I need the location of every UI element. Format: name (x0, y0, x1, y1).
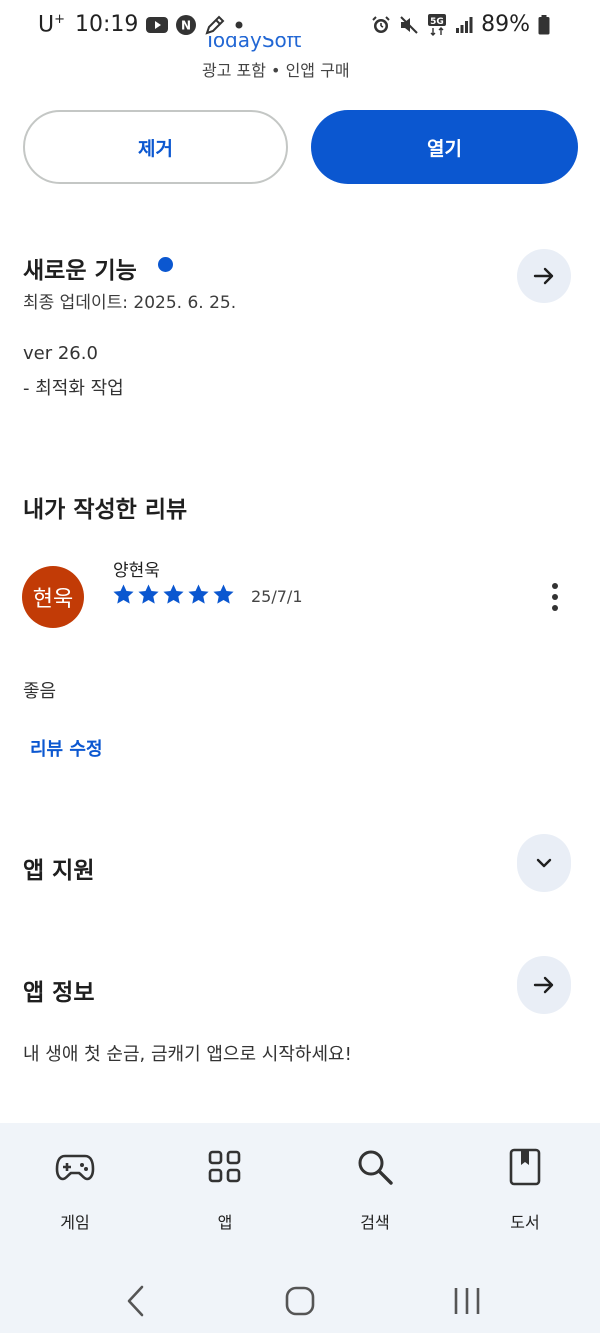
chevron-down-icon (536, 858, 552, 868)
whats-new-arrow-button[interactable] (517, 249, 571, 303)
apps-grid-icon (175, 1147, 275, 1187)
star-rating (112, 583, 235, 606)
review-date: 25/7/1 (251, 587, 303, 606)
recents-icon (454, 1287, 480, 1314)
mute-icon (399, 15, 419, 35)
gamepad-icon (25, 1147, 125, 1187)
youtube-icon (146, 16, 169, 33)
whats-new-title: 새로운 기능 (23, 258, 137, 284)
notification-dot-icon (234, 20, 244, 30)
new-indicator-dot (158, 257, 173, 272)
signal-icon (455, 16, 473, 34)
my-review-title: 내가 작성한 리뷰 (23, 497, 188, 523)
carrier-label: U+ (38, 12, 66, 38)
open-button[interactable]: 열기 (311, 110, 578, 184)
search-icon (325, 1147, 425, 1187)
app-support-title: 앱 지원 (23, 858, 95, 884)
nav-label-search: 검색 (360, 1213, 390, 1232)
nav-item-books[interactable]: 도서 (475, 1147, 575, 1233)
home-icon (285, 1286, 315, 1315)
star-icon (188, 584, 209, 604)
app-info-title: 앱 정보 (23, 980, 95, 1006)
arrow-right-icon (533, 976, 554, 994)
ads-inapp-info: 광고 포함 • 인앱 구매 (202, 61, 350, 80)
app-description: 내 생애 첫 순금, 금캐기 앱으로 시작하세요! (23, 1044, 352, 1065)
nav-label-books: 도서 (510, 1213, 540, 1232)
status-bar-right: 5G 89% (371, 12, 550, 37)
nav-label-apps: 앱 (217, 1213, 233, 1232)
status-bar-left: U+ 10:19 N (38, 12, 244, 37)
review-text: 좋음 (23, 681, 57, 702)
last-updated: 최종 업데이트: 2025. 6. 25. (23, 293, 237, 313)
naver-icon: N (176, 14, 197, 35)
system-navigation-bar (0, 1268, 600, 1333)
battery-icon (538, 14, 550, 35)
alarm-icon (371, 15, 391, 35)
nav-label-games: 게임 (60, 1213, 90, 1232)
recent-apps-button[interactable] (440, 1268, 494, 1333)
nav-item-apps[interactable]: 앱 (175, 1147, 275, 1233)
release-notes: - 최적화 작업 (23, 378, 124, 399)
clock: 10:19 (75, 12, 139, 38)
arrow-right-icon (533, 267, 554, 285)
star-icon (213, 584, 234, 604)
star-icon (163, 584, 184, 604)
more-options-button[interactable] (540, 577, 570, 617)
version-text: ver 26.0 (23, 343, 98, 364)
app-support-expand-button[interactable] (517, 834, 571, 892)
home-button[interactable] (273, 1268, 327, 1333)
svg-text:N: N (181, 18, 191, 32)
svg-text:5G: 5G (430, 17, 444, 27)
chevron-left-icon (127, 1285, 144, 1316)
star-icon (138, 584, 159, 604)
pencil-icon (204, 14, 226, 36)
app-info-arrow-button[interactable] (517, 956, 571, 1014)
network-5g-icon: 5G (427, 13, 447, 36)
star-icon (113, 584, 134, 604)
nav-item-search[interactable]: 검색 (325, 1147, 425, 1233)
back-button[interactable] (110, 1268, 160, 1333)
avatar: 현욱 (22, 566, 84, 628)
reviewer-name: 양현욱 (113, 561, 160, 581)
edit-review-link[interactable]: 리뷰 수정 (30, 735, 103, 761)
app-details-page: U+ 10:19 N 5G 89% TodaySoft 광고 포함 • 인앱 구… (0, 0, 600, 1333)
nav-item-games[interactable]: 게임 (25, 1147, 125, 1233)
bottom-navigation: 게임 앱 검색 도서 (0, 1123, 600, 1268)
remove-button[interactable]: 제거 (23, 110, 288, 184)
book-icon (475, 1147, 575, 1187)
battery-percent: 89% (481, 12, 530, 37)
